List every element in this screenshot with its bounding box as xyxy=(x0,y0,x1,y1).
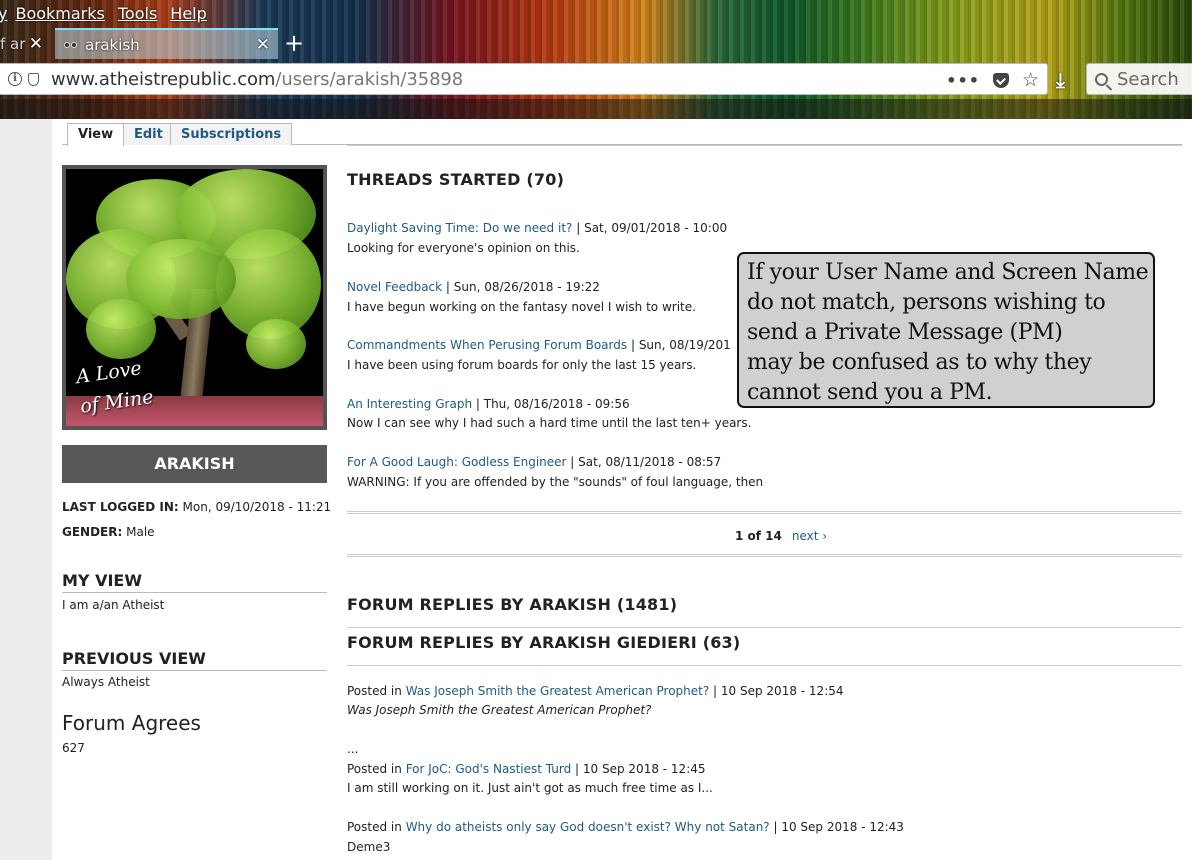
toolbar-strip xyxy=(0,99,1192,119)
thread-link[interactable]: An Interesting Graph xyxy=(347,397,472,411)
reply-excerpt: Was Joseph Smith the Greatest American P… xyxy=(347,703,652,717)
star-icon[interactable]: ☆ xyxy=(1022,69,1039,91)
search-icon xyxy=(1095,72,1108,86)
thread-excerpt: WARNING: If you are offended by the "sou… xyxy=(347,475,764,489)
search-placeholder: Search xyxy=(1117,68,1179,90)
thread-item: An Interesting Graph | Thu, 08/16/2018 -… xyxy=(347,397,630,411)
divider xyxy=(347,511,1182,514)
menu-item-help[interactable]: Help xyxy=(170,2,206,26)
thread-link[interactable]: Novel Feedback xyxy=(347,280,442,294)
previous-view-text: Always Atheist xyxy=(62,675,150,689)
navigation-bar: i www.atheistrepublic.com/users/arakish/… xyxy=(0,61,1192,99)
reply-excerpt-more: ... xyxy=(347,742,359,756)
close-icon[interactable]: ✕ xyxy=(29,34,43,54)
pocket-icon[interactable] xyxy=(992,72,1009,88)
profile-tabs: View Edit Subscriptions xyxy=(62,122,1182,146)
avatar-caption: A Love of Mine xyxy=(74,357,155,418)
browser-tab-background[interactable]: f ar ✕ xyxy=(0,28,53,59)
forum-agrees-value: 627 xyxy=(62,741,85,755)
menu-item-tools[interactable]: Tools xyxy=(118,2,157,26)
browser-tab-active[interactable]: arakish ✕ xyxy=(55,28,278,59)
reply-link[interactable]: Was Joseph Smith the Greatest American P… xyxy=(406,684,710,698)
new-tab-plus-icon[interactable]: + xyxy=(284,28,304,58)
close-icon[interactable]: ✕ xyxy=(256,35,270,55)
reply-link[interactable]: Why do atheists only say God doesn't exi… xyxy=(406,820,770,834)
pager-current: 1 of 14 xyxy=(735,529,782,543)
url-bar[interactable]: i www.atheistrepublic.com/users/arakish/… xyxy=(0,63,1048,95)
forum-agrees-heading: Forum Agrees xyxy=(62,711,201,735)
pager-next-link[interactable]: next › xyxy=(792,529,827,543)
divider xyxy=(347,665,1182,666)
my-view-text: I am a/an Atheist xyxy=(62,598,165,612)
menu-item-bookmarks[interactable]: Bookmarks xyxy=(15,2,104,26)
thread-excerpt: I have been using forum boards for only … xyxy=(347,358,697,372)
tab-strip: f ar ✕ arakish ✕ + xyxy=(0,28,1192,59)
avatar-image: A Love of Mine xyxy=(66,169,323,426)
shield-icon[interactable] xyxy=(28,72,39,86)
divider xyxy=(347,145,1182,146)
thread-excerpt: I have begun working on the fantasy nove… xyxy=(347,300,696,314)
reply-excerpt: Deme3 xyxy=(347,840,391,854)
menu-bar: y Bookmarks Tools Help xyxy=(0,2,220,26)
left-gutter xyxy=(0,119,52,860)
pager: 1 of 14 next › xyxy=(735,529,827,543)
avatar: A Love of Mine xyxy=(62,165,327,430)
download-icon[interactable]: ⤓ xyxy=(1056,68,1065,92)
thread-excerpt: Now I can see why I had such a hard time… xyxy=(347,416,752,430)
previous-view-heading: PREVIOUS VIEW xyxy=(62,649,327,671)
annotation-callout: If your User Name and Screen Name do not… xyxy=(737,252,1155,408)
thread-item: For A Good Laugh: Godless Engineer | Sat… xyxy=(347,455,722,469)
thread-excerpt: Looking for everyone's opinion on this. xyxy=(347,241,580,255)
thread-link[interactable]: For A Good Laugh: Godless Engineer xyxy=(347,455,566,469)
tab-edit[interactable]: Edit xyxy=(123,123,174,145)
menu-item-history[interactable]: y xyxy=(0,2,7,26)
page-actions-menu-icon[interactable]: ••• xyxy=(946,71,980,90)
reply-item: Posted in Why do atheists only say God d… xyxy=(347,820,904,834)
divider xyxy=(347,627,1182,628)
reply-item: Posted in For JoC: God's Nastiest Turd |… xyxy=(347,762,706,776)
search-bar[interactable]: Search xyxy=(1086,63,1192,95)
username-heading: ARAKISH xyxy=(62,445,327,483)
my-view-heading: MY VIEW xyxy=(62,571,327,593)
url-text[interactable]: www.atheistrepublic.com/users/arakish/35… xyxy=(51,69,463,90)
thread-link[interactable]: Daylight Saving Time: Do we need it? xyxy=(347,221,572,235)
forum-replies-title: FORUM REPLIES BY ARAKISH (1481) xyxy=(347,595,678,614)
reply-item: Posted in Was Joseph Smith the Greatest … xyxy=(347,684,844,698)
tab-view[interactable]: View xyxy=(67,123,125,146)
thread-item: Commandments When Perusing Forum Boards … xyxy=(347,338,731,352)
last-logged-in: LAST LOGGED IN: Mon, 09/10/2018 - 11:21 xyxy=(62,500,332,514)
threads-started-title: THREADS STARTED (70) xyxy=(347,170,565,189)
thread-item: Daylight Saving Time: Do we need it? | S… xyxy=(347,221,728,235)
gender: GENDER: Male xyxy=(62,525,155,539)
favicon-icon xyxy=(63,39,79,51)
forum-replies-giedieri-title: FORUM REPLIES BY ARAKISH GIEDIERI (63) xyxy=(347,633,741,652)
thread-item: Novel Feedback | Sun, 08/26/2018 - 19:22 xyxy=(347,280,600,294)
url-actions: ••• ☆ xyxy=(946,69,1039,91)
divider xyxy=(347,554,1182,557)
reply-excerpt: I am still working on it. Just ain't got… xyxy=(347,781,713,795)
thread-link[interactable]: Commandments When Perusing Forum Boards xyxy=(347,338,627,352)
tab-title: arakish xyxy=(85,35,140,54)
tab-title: f ar xyxy=(0,34,26,53)
info-icon[interactable]: i xyxy=(8,72,22,86)
tab-subscriptions[interactable]: Subscriptions xyxy=(170,123,293,145)
reply-link[interactable]: For JoC: God's Nastiest Turd xyxy=(406,762,572,776)
